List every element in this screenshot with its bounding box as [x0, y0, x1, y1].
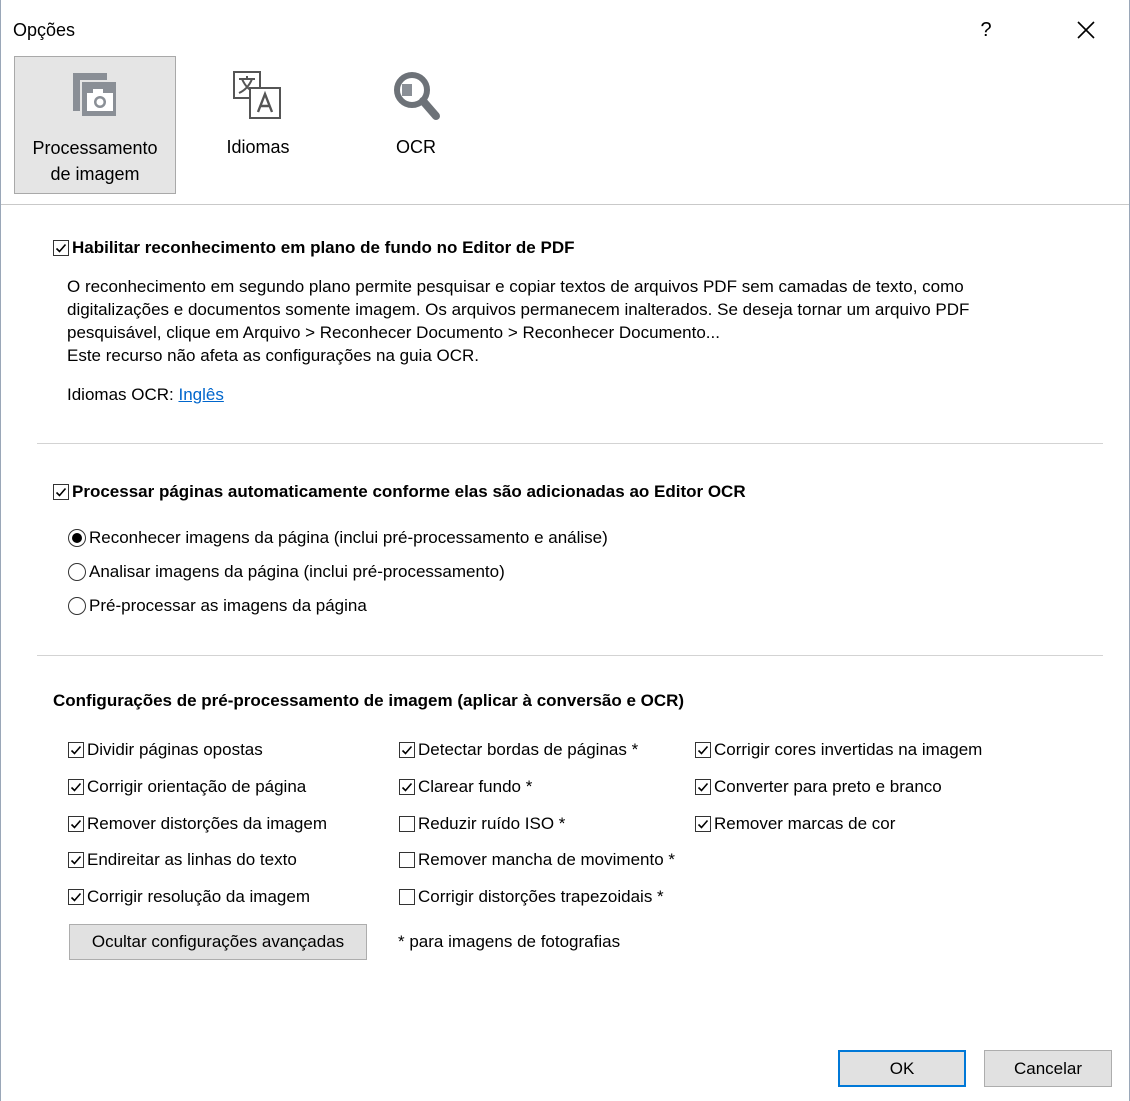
- remove-motion-blur-checkbox[interactable]: Remover mancha de movimento *: [399, 850, 675, 870]
- radio-preprocess[interactable]: Pré-processar as imagens da página: [68, 596, 367, 616]
- lighten-background-checkbox[interactable]: Clarear fundo *: [399, 777, 532, 797]
- image-processing-icon: [73, 73, 118, 118]
- checkbox-box: [68, 852, 84, 868]
- auto-process-label: Processar páginas automaticamente confor…: [72, 482, 746, 501]
- remove-color-marks-label: Remover marcas de cor: [714, 814, 896, 833]
- ocr-languages-label: Idiomas OCR:: [67, 385, 174, 404]
- options-dialog: Opções ? Processamento de imagem Idiomas…: [0, 0, 1130, 1101]
- checkbox-box: [695, 779, 711, 795]
- checkbox-box: [399, 779, 415, 795]
- dialog-title: Opções: [13, 20, 76, 40]
- remove-distortions-label: Remover distorções da imagem: [87, 814, 327, 833]
- remove-color-marks-checkbox[interactable]: Remover marcas de cor: [695, 814, 895, 834]
- checkbox-box: [53, 240, 69, 256]
- radio-recognize[interactable]: Reconhecer imagens da página (inclui pré…: [68, 528, 608, 548]
- radio-circle: [68, 597, 86, 615]
- reduce-iso-noise-label: Reduzir ruído ISO *: [418, 814, 566, 833]
- tab-strip: Processamento de imagem Idiomas OCR: [1, 54, 1129, 205]
- remove-motion-blur-label: Remover mancha de movimento *: [418, 850, 676, 869]
- radio-circle: [68, 529, 86, 547]
- convert-bw-label: Converter para preto e branco: [714, 777, 942, 796]
- radio-analyze-label: Analisar imagens da página (inclui pré-p…: [89, 562, 505, 581]
- convert-bw-checkbox[interactable]: Converter para preto e branco: [695, 777, 942, 797]
- radio-recognize-label: Reconhecer imagens da página (inclui pré…: [89, 528, 608, 547]
- checkbox-box: [68, 889, 84, 905]
- description-line: digitalizações e documentos somente imag…: [67, 300, 970, 319]
- ok-button[interactable]: OK: [838, 1050, 966, 1087]
- checkbox-box: [68, 816, 84, 832]
- reduce-iso-noise-checkbox[interactable]: Reduzir ruído ISO *: [399, 814, 565, 834]
- radio-circle: [68, 563, 86, 581]
- cancel-button[interactable]: Cancelar: [984, 1050, 1112, 1087]
- tab-image-processing-label-2: de imagem: [50, 164, 140, 184]
- help-button[interactable]: ?: [961, 10, 1011, 50]
- checkbox-box: [68, 779, 84, 795]
- background-recognition-description: O reconhecimento em segundo plano permit…: [67, 275, 1087, 367]
- section-divider: [37, 443, 1103, 444]
- image-processing-panel: Habilitar reconhecimento em plano de fun…: [1, 205, 1129, 1101]
- tab-ocr-label: OCR: [396, 137, 436, 157]
- correct-orientation-checkbox[interactable]: Corrigir orientação de página: [68, 777, 306, 797]
- ocr-languages-link[interactable]: Inglês: [178, 385, 223, 404]
- close-button[interactable]: [1061, 10, 1111, 50]
- tab-image-processing[interactable]: Processamento de imagem: [14, 56, 176, 194]
- hide-advanced-settings-button[interactable]: Ocultar configurações avançadas: [69, 924, 367, 960]
- lighten-background-label: Clarear fundo *: [418, 777, 533, 796]
- radio-analyze[interactable]: Analisar imagens da página (inclui pré-p…: [68, 562, 505, 582]
- tab-image-processing-label-1: Processamento: [32, 138, 158, 158]
- correct-resolution-checkbox[interactable]: Corrigir resolução da imagem: [68, 887, 310, 907]
- radio-preprocess-label: Pré-processar as imagens da página: [89, 596, 367, 615]
- straighten-lines-label: Endireitar as linhas do texto: [87, 850, 297, 869]
- close-icon: [1077, 21, 1095, 39]
- description-line: O reconhecimento em segundo plano permit…: [67, 277, 964, 296]
- auto-process-checkbox[interactable]: Processar páginas automaticamente confor…: [53, 482, 746, 502]
- tab-ocr[interactable]: OCR: [347, 56, 485, 194]
- correct-trapezoid-label: Corrigir distorções trapezoidais *: [418, 887, 664, 906]
- checkbox-box: [399, 816, 415, 832]
- correct-inverted-colors-checkbox[interactable]: Corrigir cores invertidas na imagem: [695, 740, 982, 760]
- footnote: * para imagens de fotografias: [398, 932, 621, 951]
- checkbox-box: [695, 742, 711, 758]
- checkbox-box: [399, 852, 415, 868]
- ocr-languages-row: Idiomas OCR: Inglês: [67, 385, 224, 405]
- tab-languages-label: Idiomas: [226, 137, 290, 157]
- remove-distortions-checkbox[interactable]: Remover distorções da imagem: [68, 814, 327, 834]
- section-divider: [37, 655, 1103, 656]
- ocr-magnifier-icon: [394, 72, 440, 120]
- checkbox-box: [53, 484, 69, 500]
- checkbox-box: [68, 742, 84, 758]
- detect-edges-checkbox[interactable]: Detectar bordas de páginas *: [399, 740, 638, 760]
- correct-orientation-label: Corrigir orientação de página: [87, 777, 307, 796]
- split-pages-checkbox[interactable]: Dividir páginas opostas: [68, 740, 263, 760]
- tab-languages[interactable]: Idiomas: [189, 56, 327, 194]
- background-recognition-checkbox[interactable]: Habilitar reconhecimento em plano de fun…: [53, 238, 575, 258]
- checkbox-box: [695, 816, 711, 832]
- preprocessing-heading: Configurações de pré-processamento de im…: [53, 691, 685, 710]
- checkbox-box: [399, 889, 415, 905]
- title-bar: Opções ?: [1, 0, 1129, 54]
- correct-resolution-label: Corrigir resolução da imagem: [87, 887, 310, 906]
- detect-edges-label: Detectar bordas de páginas *: [418, 740, 639, 759]
- straighten-lines-checkbox[interactable]: Endireitar as linhas do texto: [68, 850, 297, 870]
- split-pages-label: Dividir páginas opostas: [87, 740, 263, 759]
- languages-icon: [233, 71, 281, 119]
- description-line: pesquisável, clique em Arquivo > Reconhe…: [67, 323, 720, 342]
- description-line: Este recurso não afeta as configurações …: [67, 346, 480, 365]
- background-recognition-label: Habilitar reconhecimento em plano de fun…: [72, 238, 575, 257]
- correct-trapezoid-checkbox[interactable]: Corrigir distorções trapezoidais *: [399, 887, 664, 907]
- correct-inverted-colors-label: Corrigir cores invertidas na imagem: [714, 740, 983, 759]
- checkbox-box: [399, 742, 415, 758]
